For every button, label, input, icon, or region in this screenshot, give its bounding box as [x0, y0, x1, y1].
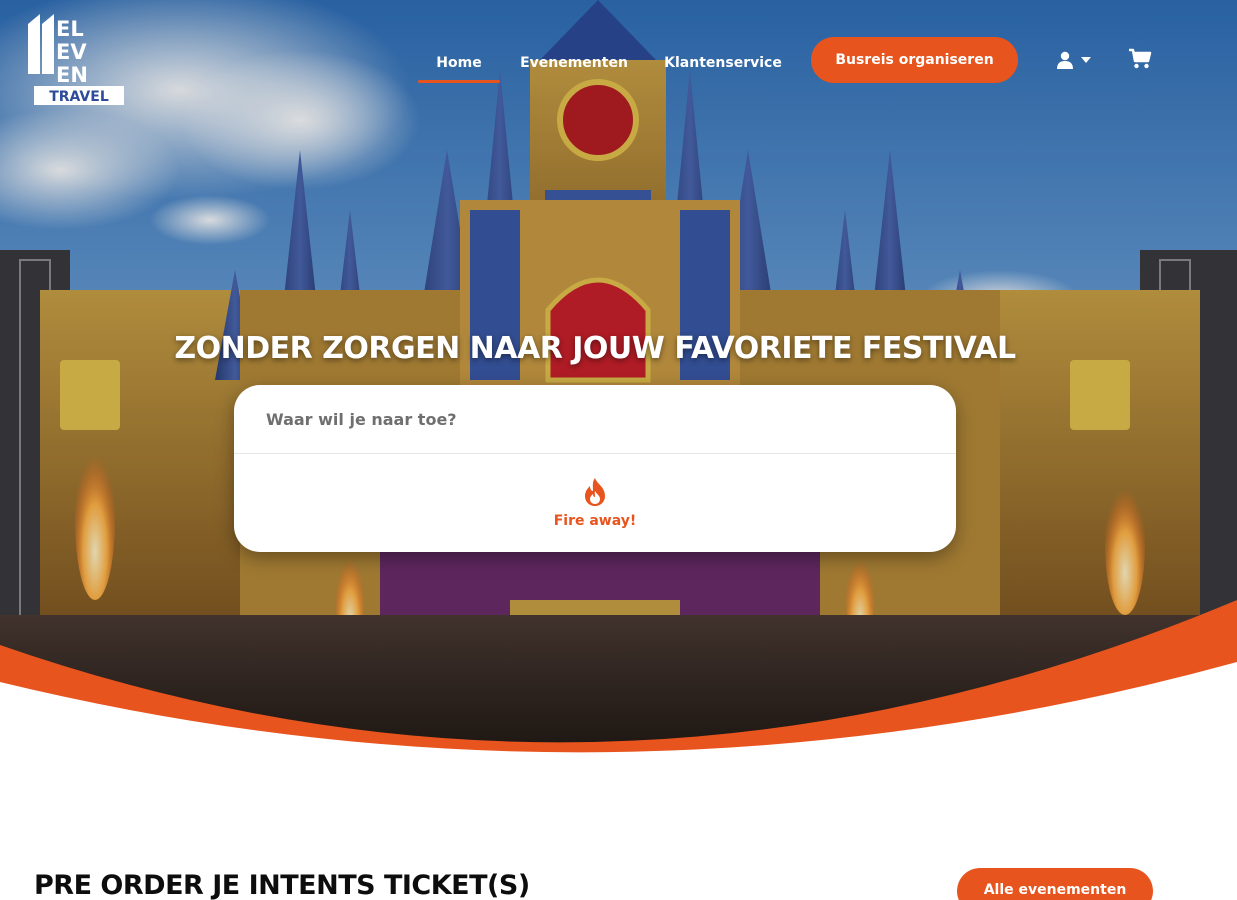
eleven-travel-logo[interactable]: EL EV EN TRAVEL	[24, 14, 126, 106]
user-icon	[1057, 51, 1073, 69]
busreis-organiseren-button[interactable]: Busreis organiseren	[811, 37, 1018, 83]
cart-icon[interactable]	[1128, 48, 1152, 70]
nav-evenementen-link[interactable]: Evenementen	[512, 52, 636, 74]
hero-background-image	[0, 0, 1237, 760]
nav-klantenservice-link[interactable]: Klantenservice	[656, 52, 790, 74]
account-menu-toggle[interactable]	[1056, 50, 1098, 70]
logo-subtitle: TRAVEL	[49, 89, 109, 105]
hero-title: ZONDER ZORGEN NAAR JOUW FAVORIETE FESTIV…	[174, 331, 1016, 366]
fire-icon	[585, 478, 605, 506]
destination-search-input[interactable]	[234, 385, 956, 453]
nav-active-indicator	[418, 80, 500, 83]
logo-word: EN	[56, 63, 88, 87]
destination-search-card: Fire away!	[234, 385, 956, 552]
hero-section: EL EV EN TRAVEL Home Evenementen Klanten…	[0, 0, 1237, 760]
logo-word: EL	[56, 17, 84, 41]
chevron-down-icon	[1081, 57, 1091, 63]
fire-away-label: Fire away!	[553, 513, 637, 529]
logo-word: EV	[56, 40, 87, 64]
section-title: PRE ORDER JE INTENTS TICKET(S)	[34, 870, 530, 900]
nav-home-link[interactable]: Home	[418, 52, 500, 74]
alle-evenementen-button[interactable]: Alle evenementen	[957, 868, 1153, 900]
fire-away-button[interactable]: Fire away!	[234, 454, 956, 552]
